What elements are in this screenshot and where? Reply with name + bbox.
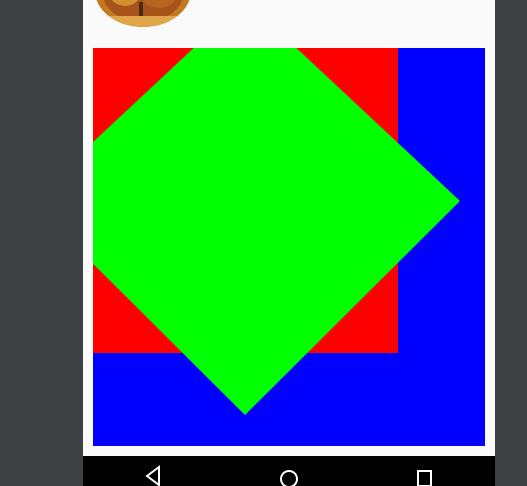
square-recents-icon (417, 470, 432, 486)
home-button[interactable] (269, 462, 309, 486)
avatar[interactable] (95, 0, 191, 27)
circle-home-icon (280, 470, 298, 486)
app-screen (83, 0, 495, 486)
navigation-bar (83, 456, 495, 486)
drawing-canvas (93, 48, 485, 446)
tree-photo-icon (95, 0, 191, 27)
recents-button[interactable] (405, 462, 445, 486)
triangle-back-icon (145, 465, 160, 486)
back-button[interactable] (133, 462, 173, 486)
